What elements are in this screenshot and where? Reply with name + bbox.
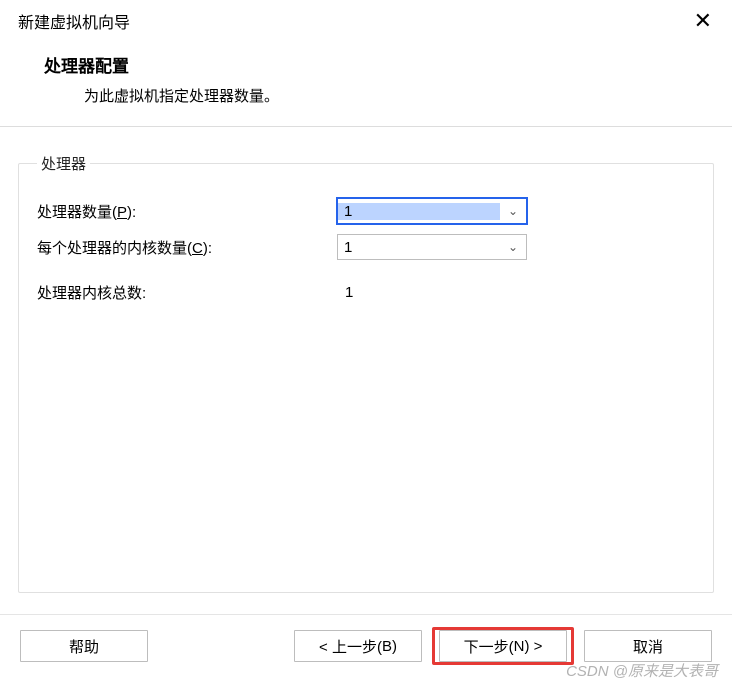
next-highlight-box: 下一步(N) > bbox=[432, 627, 574, 665]
chevron-down-icon: ⌄ bbox=[500, 204, 526, 218]
processor-group: 处理器 处理器数量(P): 1 ⌄ 每个处理器的内核数量(C): 1 ⌄ bbox=[18, 153, 714, 593]
close-icon[interactable]: ✕ bbox=[686, 6, 720, 36]
total-cores-value: 1 bbox=[337, 284, 353, 301]
total-cores-label: 处理器内核总数: bbox=[37, 282, 337, 303]
header-subtitle: 为此虚拟机指定处理器数量。 bbox=[84, 85, 712, 106]
help-button[interactable]: 帮助 bbox=[20, 630, 148, 662]
cores-per-proc-value: 1 bbox=[338, 239, 500, 256]
group-legend: 处理器 bbox=[37, 153, 90, 174]
titlebar: 新建虚拟机向导 ✕ bbox=[0, 0, 732, 42]
cores-per-proc-combo[interactable]: 1 ⌄ bbox=[337, 234, 527, 260]
row-total-cores: 处理器内核总数: 1 bbox=[37, 282, 695, 303]
row-cores-per-proc: 每个处理器的内核数量(C): 1 ⌄ bbox=[37, 234, 695, 260]
header-block: 处理器配置 为此虚拟机指定处理器数量。 bbox=[0, 42, 732, 127]
cores-per-proc-label: 每个处理器的内核数量(C): bbox=[37, 237, 337, 258]
wizard-window: 新建虚拟机向导 ✕ 处理器配置 为此虚拟机指定处理器数量。 处理器 处理器数量(… bbox=[0, 0, 732, 683]
content-area: 处理器 处理器数量(P): 1 ⌄ 每个处理器的内核数量(C): 1 ⌄ bbox=[0, 127, 732, 603]
header-title: 处理器配置 bbox=[44, 52, 712, 77]
cancel-button[interactable]: 取消 bbox=[584, 630, 712, 662]
back-button[interactable]: < 上一步(B) bbox=[294, 630, 422, 662]
proc-count-label: 处理器数量(P): bbox=[37, 201, 337, 222]
window-title: 新建虚拟机向导 bbox=[18, 9, 130, 33]
button-bar: 帮助 < 上一步(B) 下一步(N) > 取消 bbox=[0, 614, 732, 683]
chevron-down-icon: ⌄ bbox=[500, 240, 526, 254]
proc-count-value: 1 bbox=[338, 203, 500, 220]
proc-count-combo[interactable]: 1 ⌄ bbox=[337, 198, 527, 224]
row-proc-count: 处理器数量(P): 1 ⌄ bbox=[37, 198, 695, 224]
next-button[interactable]: 下一步(N) > bbox=[439, 630, 567, 662]
